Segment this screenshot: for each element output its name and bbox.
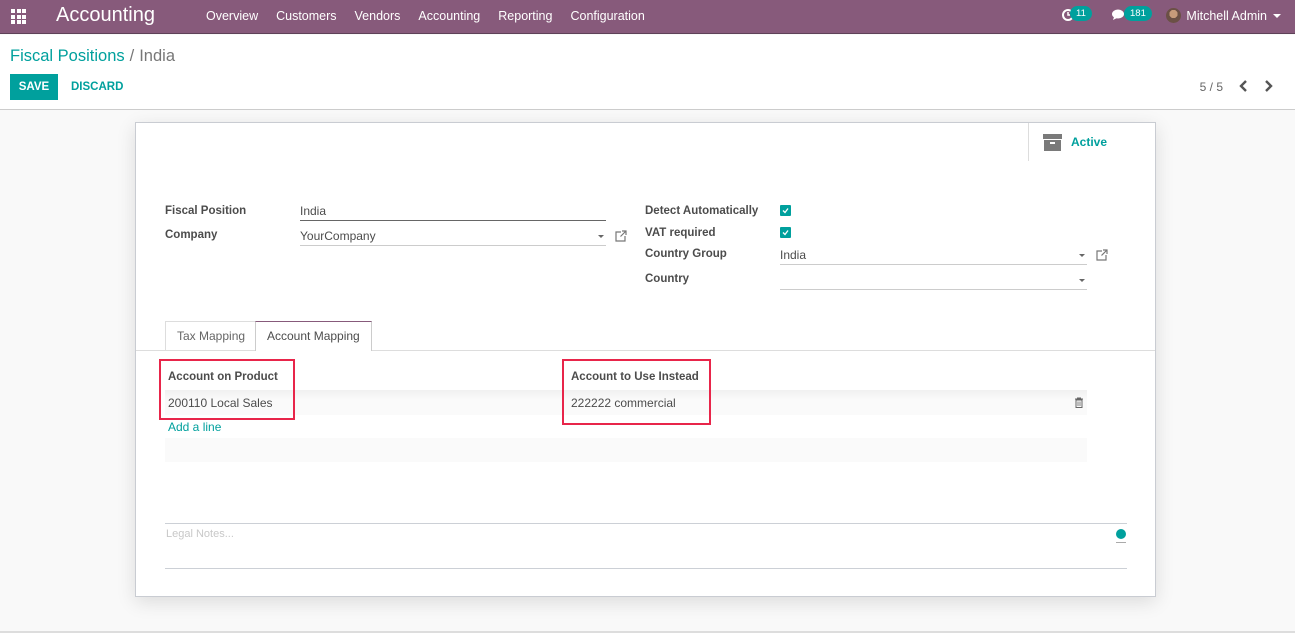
vat-required-checkbox[interactable] <box>780 227 791 238</box>
breadcrumb-current: India <box>139 47 175 65</box>
tab-tax-mapping[interactable]: Tax Mapping <box>165 321 258 350</box>
menu-overview[interactable]: Overview <box>206 9 258 23</box>
external-link-icon <box>1096 249 1108 261</box>
company-select[interactable]: YourCompany <box>300 226 606 246</box>
fiscal-position-label: Fiscal Position <box>165 205 247 217</box>
save-button[interactable]: SAVE <box>10 74 58 100</box>
chevron-down-icon <box>1273 13 1281 18</box>
activity-count-badge: 11 <box>1070 6 1092 21</box>
external-link-icon <box>615 230 627 242</box>
top-navbar: Accounting Overview Customers Vendors Ac… <box>0 0 1295 34</box>
company-label: Company <box>165 229 218 241</box>
breadcrumb: Fiscal Positions / India <box>10 47 175 66</box>
menu-customers[interactable]: Customers <box>276 9 336 23</box>
notes-top-border <box>165 523 1127 524</box>
pager-value: 5 / 5 <box>1199 80 1223 94</box>
messages-menu[interactable]: 181 <box>1112 6 1162 27</box>
menu-accounting[interactable]: Accounting <box>418 9 480 23</box>
user-name: Mitchell Admin <box>1186 8 1267 23</box>
country-group-select[interactable]: India <box>780 245 1087 265</box>
messages-count-badge: 181 <box>1124 6 1152 21</box>
trash-icon <box>1075 397 1083 408</box>
company-external-link-button[interactable] <box>615 230 627 242</box>
dropdown-caret-icon <box>1079 279 1085 282</box>
country-group-label: Country Group <box>645 248 727 260</box>
apps-grid-icon[interactable] <box>11 9 26 24</box>
add-line-link[interactable]: Add a line <box>168 420 221 434</box>
breadcrumb-separator: / <box>129 47 135 65</box>
checkmark-icon <box>782 208 789 214</box>
archive-icon <box>1043 133 1062 151</box>
vat-required-label: VAT required <box>645 227 716 239</box>
discard-button[interactable]: DISCARD <box>71 74 123 100</box>
form-sheet: Active Fiscal Position India Company You… <box>135 122 1156 597</box>
pager-previous-button[interactable] <box>1237 78 1251 94</box>
country-select[interactable] <box>780 270 1087 290</box>
activity-menu[interactable]: 11 <box>1062 6 1102 27</box>
highlight-box-account-on-product <box>159 359 295 420</box>
delete-row-button[interactable] <box>1074 397 1084 408</box>
globe-icon[interactable] <box>1116 529 1126 543</box>
notes-bottom-border <box>165 568 1127 569</box>
country-label: Country <box>645 273 690 285</box>
app-brand: Accounting <box>56 4 155 26</box>
menu-configuration[interactable]: Configuration <box>570 9 644 23</box>
empty-table-row <box>165 438 1087 462</box>
chevron-right-icon <box>1265 80 1273 92</box>
country-group-external-link-button[interactable] <box>1096 249 1108 261</box>
pager-next-button[interactable] <box>1261 78 1275 94</box>
detect-automatically-label: Detect Automatically <box>645 205 759 217</box>
control-panel: Fiscal Positions / India SAVE DISCARD 5 / … <box>0 35 1295 110</box>
menu-reporting[interactable]: Reporting <box>498 9 552 23</box>
active-toggle-button[interactable]: Active <box>1028 123 1155 161</box>
company-value: YourCompany <box>300 229 376 243</box>
breadcrumb-fiscal-positions[interactable]: Fiscal Positions <box>10 47 125 65</box>
legal-notes-input[interactable]: Legal Notes... <box>166 528 234 540</box>
main-menu: Overview Customers Vendors Accounting Re… <box>206 9 663 23</box>
avatar <box>1166 8 1182 23</box>
menu-vendors[interactable]: Vendors <box>355 9 401 23</box>
active-label: Active <box>1071 135 1108 149</box>
dropdown-caret-icon <box>1079 254 1085 257</box>
chevron-left-icon <box>1239 80 1247 92</box>
highlight-box-account-to-use-instead <box>562 359 711 425</box>
checkmark-icon <box>782 230 789 236</box>
fiscal-position-input[interactable]: India <box>300 201 606 221</box>
fiscal-position-value: India <box>300 204 327 218</box>
detect-automatically-checkbox[interactable] <box>780 205 791 216</box>
tab-account-mapping[interactable]: Account Mapping <box>255 321 372 351</box>
dropdown-caret-icon <box>598 235 604 238</box>
user-menu[interactable]: Mitchell Admin <box>1166 8 1281 23</box>
country-group-value: India <box>780 248 807 262</box>
